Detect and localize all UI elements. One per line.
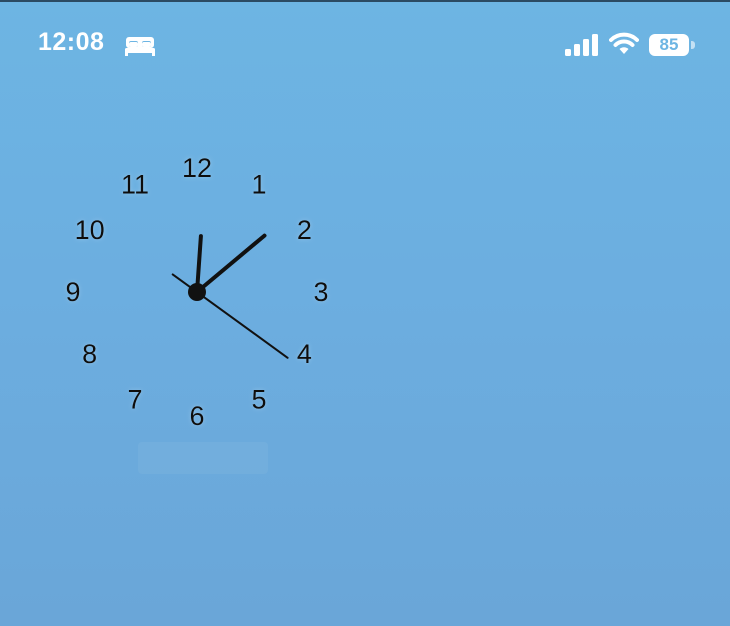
clock-numeral-8: 8 bbox=[82, 339, 97, 369]
clock-numeral-9: 9 bbox=[65, 277, 80, 307]
clock-numeral-6: 6 bbox=[189, 401, 204, 431]
lock-screen-wallpaper: 12:08 85 12 1 2 3 4 5 6 7 8 9 10 11 bbox=[0, 0, 730, 626]
minute-hand bbox=[195, 233, 267, 294]
clock-numeral-3: 3 bbox=[313, 277, 328, 307]
clock-numeral-12: 12 bbox=[182, 153, 212, 183]
widget-label-placeholder bbox=[138, 442, 268, 474]
clock-numeral-10: 10 bbox=[75, 215, 105, 245]
clock-face: 121234567891011 bbox=[65, 153, 328, 431]
clock-numeral-4: 4 bbox=[297, 339, 312, 369]
clock-numeral-2: 2 bbox=[297, 215, 312, 245]
clock-numeral-5: 5 bbox=[251, 384, 266, 414]
clock-numeral-11: 11 bbox=[121, 170, 149, 200]
analog-clock-widget[interactable]: 12 1 2 3 4 5 6 7 8 9 10 11 bbox=[0, 0, 730, 626]
clock-center-pin bbox=[188, 283, 206, 301]
clock-numeral-1: 1 bbox=[251, 170, 266, 200]
clock-numeral-7: 7 bbox=[127, 384, 142, 414]
